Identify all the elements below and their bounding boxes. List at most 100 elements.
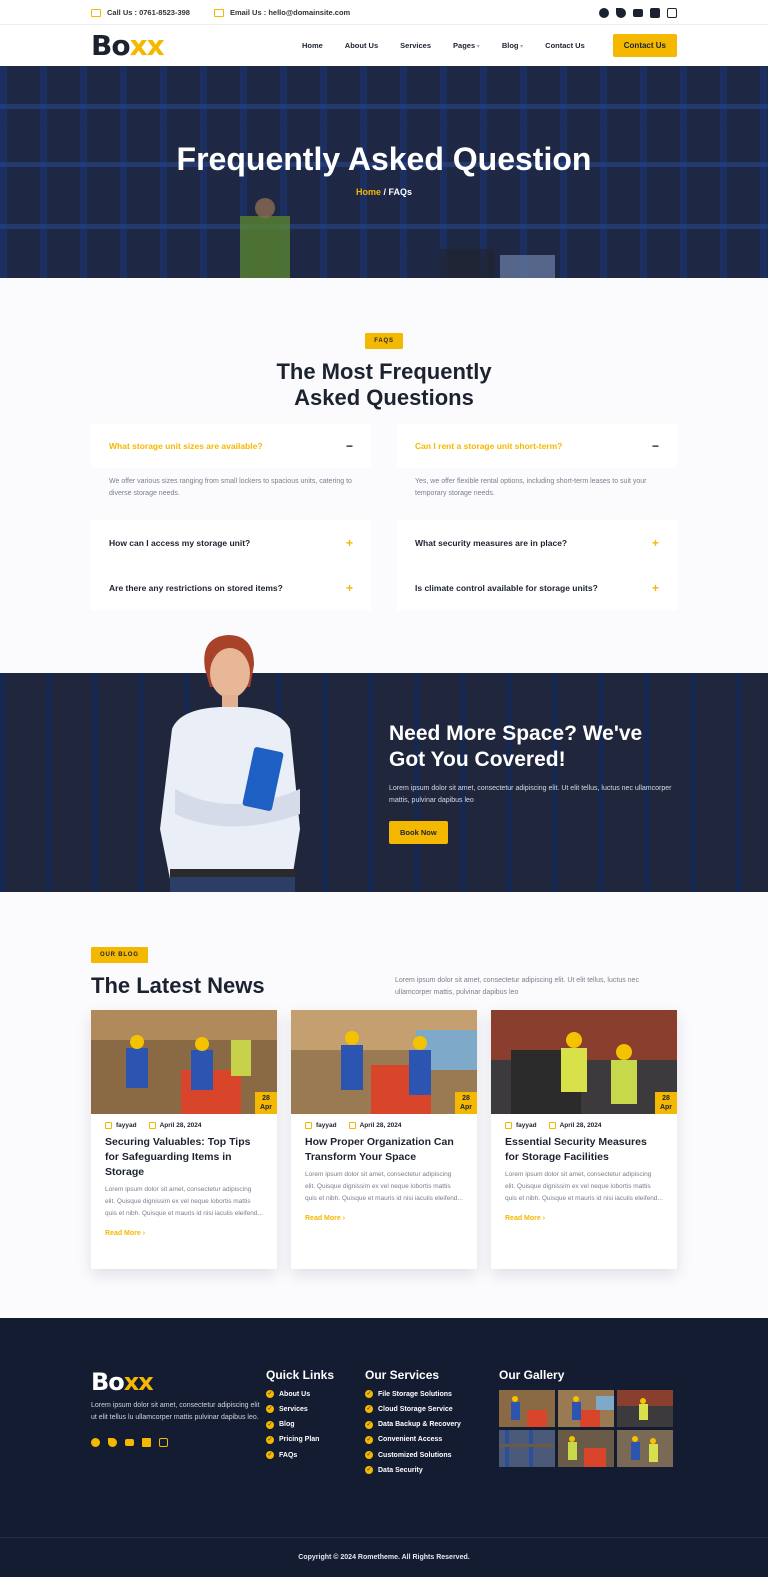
footer-link-label: Services — [279, 1405, 308, 1413]
faq-item-open[interactable]: What storage unit sizes are available? − — [91, 424, 371, 468]
post-title[interactable]: How Proper Organization Can Transform Yo… — [291, 1129, 477, 1165]
read-more-link[interactable]: Read More › — [491, 1205, 677, 1222]
blog-card-image[interactable]: 28 Apr — [91, 1010, 277, 1114]
facebook-icon[interactable] — [599, 7, 609, 18]
instagram-icon[interactable] — [667, 7, 677, 18]
linkedin-icon[interactable] — [650, 7, 660, 18]
nav-blog[interactable]: Blog — [502, 41, 523, 50]
date-day: 28 — [462, 1095, 470, 1102]
footer-link-label: FAQs — [279, 1451, 298, 1459]
faq-item[interactable]: Is climate control available for storage… — [397, 565, 677, 610]
date-day: 28 — [662, 1095, 670, 1102]
footer-link[interactable]: ✓ Convenient Access — [365, 1435, 499, 1444]
footer-link[interactable]: ✓ FAQs — [266, 1451, 365, 1460]
check-icon: ✓ — [365, 1451, 373, 1460]
footer-link[interactable]: ✓ Data Security — [365, 1466, 499, 1475]
read-more-link[interactable]: Read More › — [91, 1220, 277, 1237]
footer-link[interactable]: ✓ Cloud Storage Service — [365, 1405, 499, 1414]
services-title: Our Services — [365, 1368, 440, 1382]
post-author[interactable]: fayyad — [516, 1122, 537, 1129]
gallery-image[interactable] — [558, 1430, 614, 1467]
site-logo[interactable]: Boxx — [91, 29, 165, 62]
faq-item[interactable]: How can I access my storage unit? + — [91, 520, 371, 565]
email-info[interactable]: Email Us : hello@domainsite.com — [213, 8, 350, 17]
gallery-image[interactable] — [617, 1430, 673, 1467]
footer-link[interactable]: ✓ Blog — [266, 1420, 365, 1429]
nav-home[interactable]: Home — [302, 41, 323, 50]
logo-accent: xx — [129, 29, 165, 62]
footer-link[interactable]: ✓ File Storage Solutions — [365, 1390, 499, 1398]
promo-banner: Need More Space? We've Got You Covered! … — [0, 635, 768, 892]
gallery-image[interactable] — [499, 1390, 555, 1427]
youtube-icon[interactable] — [633, 8, 643, 17]
footer-description: Lorem ipsum dolor sit amet, consectetur … — [91, 1402, 260, 1421]
gallery-image[interactable] — [499, 1430, 555, 1467]
book-now-button[interactable]: Book Now — [389, 821, 448, 844]
calendar-icon — [348, 1122, 356, 1129]
breadcrumb-home[interactable]: Home — [356, 187, 381, 197]
footer-logo-text: Bo — [91, 1368, 125, 1396]
post-meta: fayyad April 28, 2024 — [291, 1114, 477, 1129]
twitter-icon[interactable] — [108, 1438, 117, 1447]
post-excerpt: Lorem ipsum dolor sit amet, consectetur … — [105, 1186, 263, 1217]
blog-card[interactable]: 28 Apr fayyad April 28, 2024 How Proper O… — [291, 1010, 477, 1269]
contact-us-button[interactable]: Contact Us — [612, 34, 677, 57]
gallery-image[interactable] — [617, 1390, 673, 1427]
instagram-icon[interactable] — [159, 1438, 168, 1447]
youtube-icon[interactable] — [125, 1439, 134, 1446]
check-icon: ✓ — [365, 1390, 373, 1398]
post-date: April 28, 2024 — [559, 1122, 602, 1129]
promo-title-line2: Got You Covered! — [389, 748, 566, 771]
footer-link[interactable]: ✓ Data Backup & Recovery — [365, 1420, 499, 1429]
twitter-icon[interactable] — [616, 7, 626, 18]
top-bar: Call Us : 0761-8523-398 Email Us : hello… — [0, 0, 768, 25]
plus-icon: + — [345, 535, 353, 550]
blog-card-image[interactable]: 28 Apr — [291, 1010, 477, 1114]
phone-icon — [91, 8, 101, 17]
nav-pages[interactable]: Pages — [453, 41, 480, 50]
post-author[interactable]: fayyad — [116, 1122, 137, 1129]
hero-shelf — [0, 224, 768, 229]
footer-link[interactable]: ✓ Services — [266, 1405, 365, 1414]
blog-card[interactable]: 28 Apr fayyad April 28, 2024 Essential Se… — [491, 1010, 677, 1269]
minus-icon: − — [651, 439, 659, 453]
post-title[interactable]: Securing Valuables: Top Tips for Safegua… — [91, 1129, 277, 1180]
read-more-link[interactable]: Read More › — [291, 1205, 477, 1222]
date-day: 28 — [262, 1095, 270, 1102]
faq-question: How can I access my storage unit? — [109, 537, 251, 548]
date-month: Apr — [259, 1104, 273, 1111]
faq-question: Can I rent a storage unit short-term? — [415, 441, 563, 451]
hero-shelf — [0, 104, 768, 109]
footer-link-label: Pricing Plan — [279, 1436, 320, 1444]
post-author[interactable]: fayyad — [316, 1122, 337, 1129]
blog-card[interactable]: 28 Apr fayyad April 28, 2024 Securing Val… — [91, 1010, 277, 1269]
faq-item[interactable]: What security measures are in place? + — [397, 520, 677, 565]
footer-link[interactable]: ✓ About Us — [266, 1390, 365, 1398]
linkedin-icon[interactable] — [142, 1438, 151, 1447]
gallery-image[interactable] — [558, 1390, 614, 1427]
faq-item-open[interactable]: Can I rent a storage unit short-term? − — [397, 424, 677, 468]
nav-about[interactable]: About Us — [345, 41, 378, 50]
faq-item[interactable]: Are there any restrictions on stored ite… — [91, 565, 371, 610]
nav-contact[interactable]: Contact Us — [545, 41, 585, 50]
footer-logo[interactable]: Boxx — [91, 1368, 266, 1396]
call-info[interactable]: Call Us : 0761-8523-398 — [91, 8, 190, 17]
page-title: Frequently Asked Question — [176, 141, 592, 177]
footer-link-label: Data Backup & Recovery — [378, 1421, 461, 1429]
facebook-icon[interactable] — [91, 1438, 100, 1447]
post-excerpt: Lorem ipsum dolor sit amet, consectetur … — [505, 1171, 663, 1202]
blog-badge: OUR BLOG — [91, 947, 148, 963]
post-title[interactable]: Essential Security Measures for Storage … — [491, 1129, 677, 1165]
breadcrumb-current: FAQs — [388, 187, 413, 197]
footer-gallery: Our Gallery — [499, 1368, 673, 1482]
faq-title-line1: The Most Frequently — [276, 359, 492, 384]
blog-intro: Lorem ipsum dolor sit amet, consectetur … — [395, 977, 639, 996]
check-icon: ✓ — [365, 1466, 373, 1475]
footer-link[interactable]: ✓ Pricing Plan — [266, 1435, 365, 1444]
date-badge: 28 Apr — [655, 1092, 677, 1114]
blog-card-image[interactable]: 28 Apr — [491, 1010, 677, 1114]
chevron-right-icon: › — [142, 1230, 146, 1237]
nav-services[interactable]: Services — [400, 41, 431, 50]
top-social-links — [599, 7, 677, 18]
footer-link[interactable]: ✓ Customized Solutions — [365, 1451, 499, 1460]
